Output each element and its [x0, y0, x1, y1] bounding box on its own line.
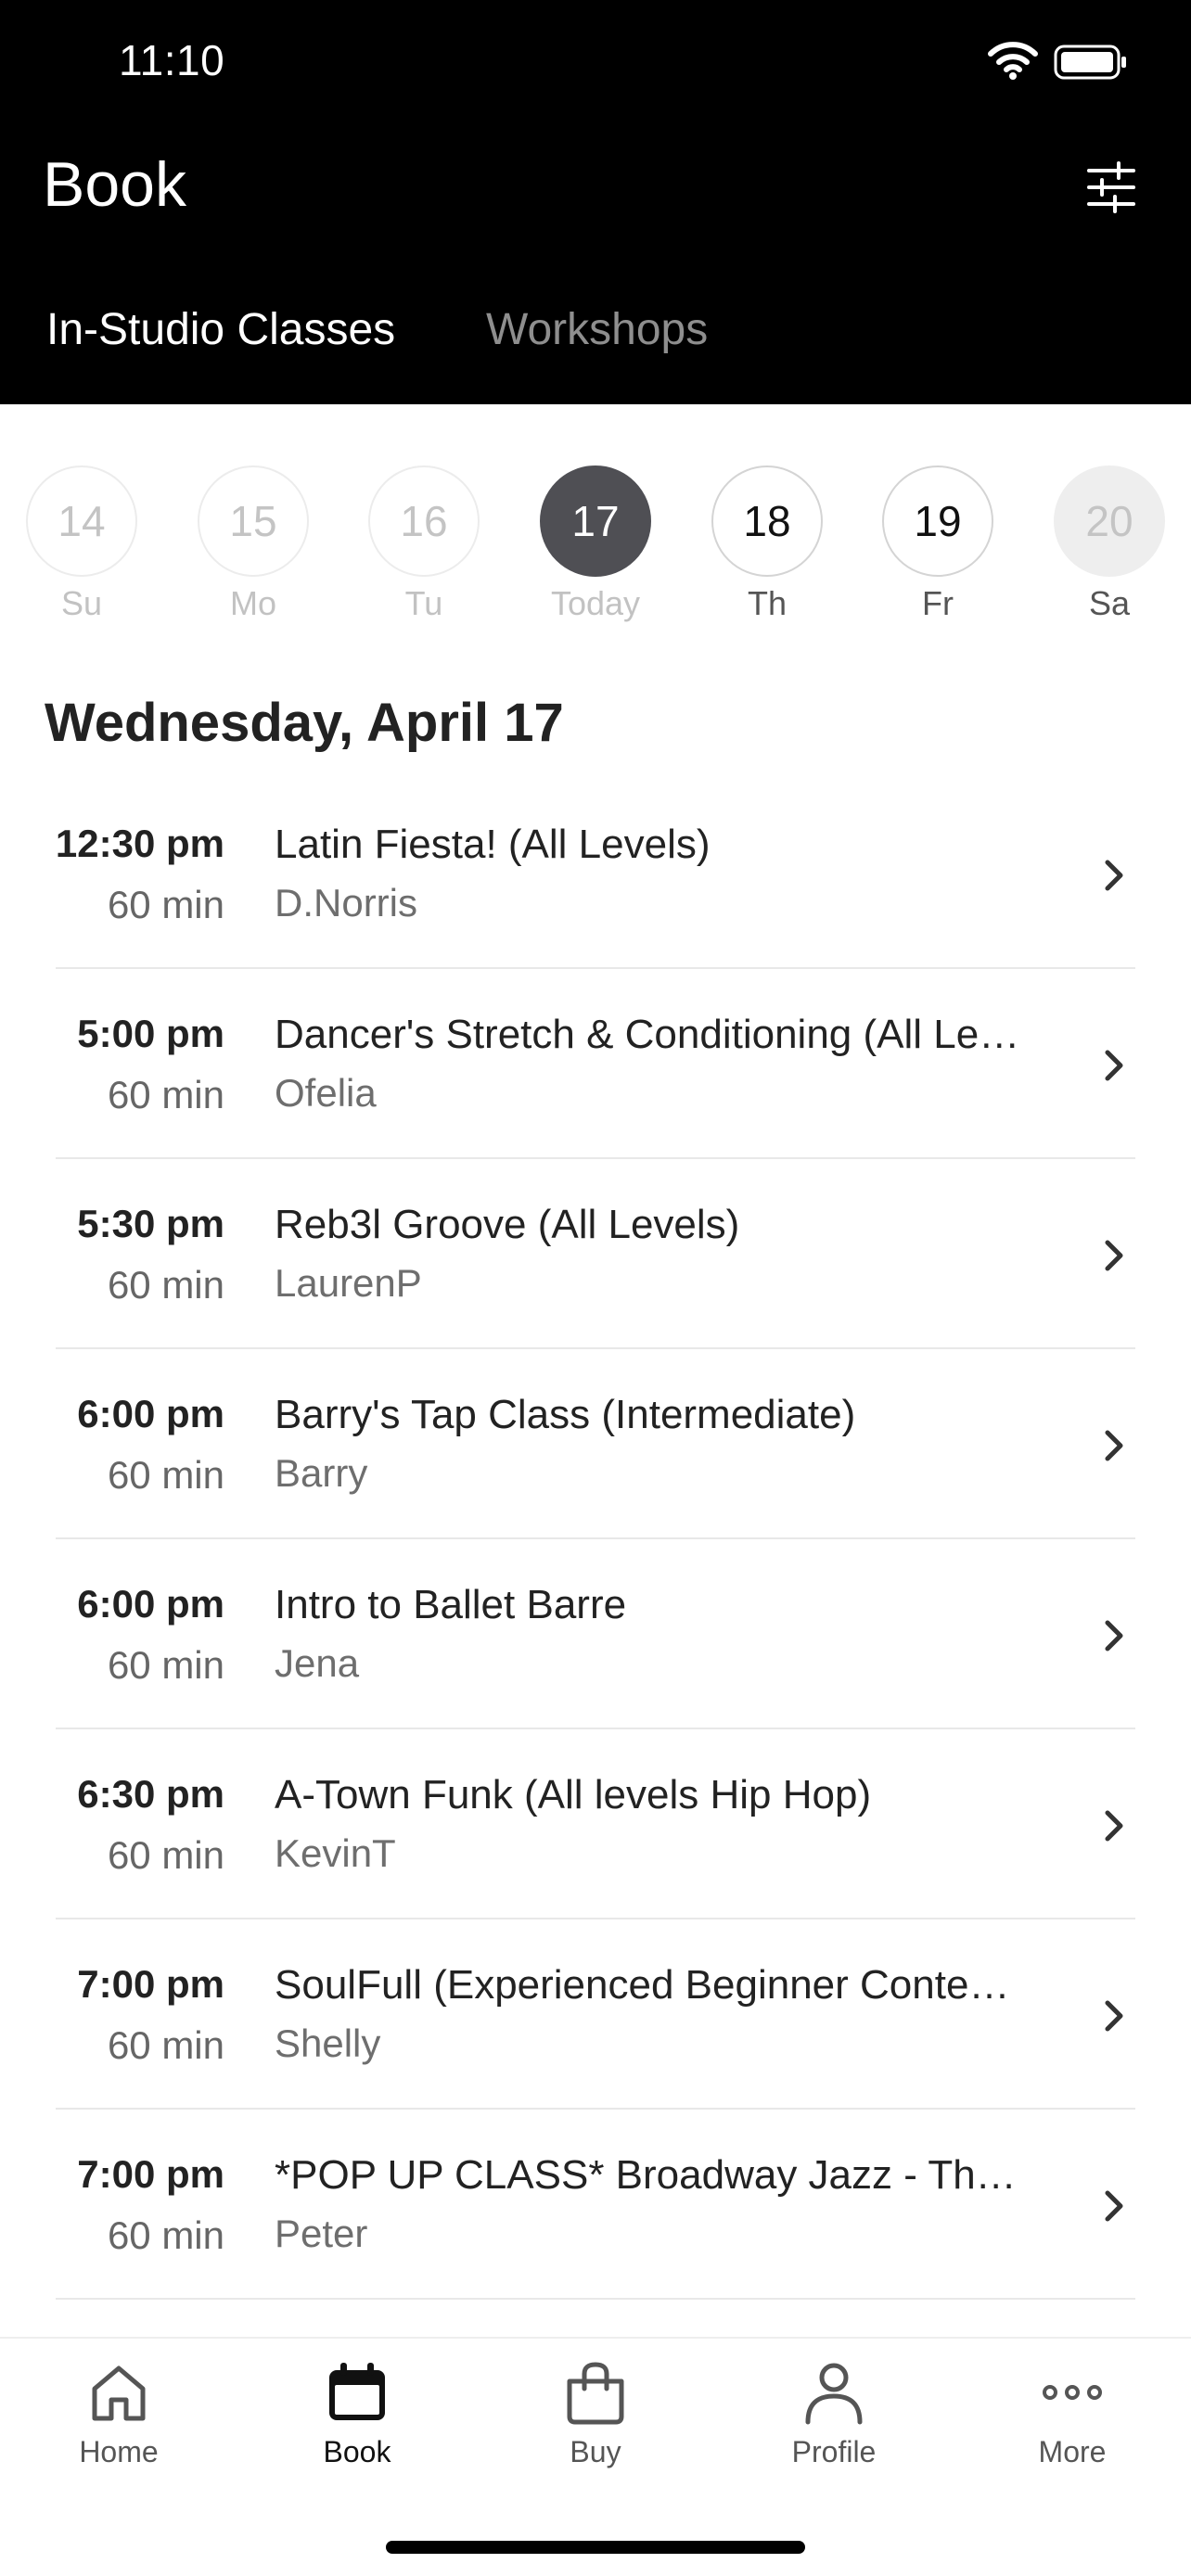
class-duration: 60 min — [107, 1453, 224, 1497]
chevron-right-icon — [1105, 1430, 1123, 1461]
class-name: Intro to Ballet Barre — [275, 1582, 627, 1627]
book-screen: 11:10 Book In-Studio Classes Workshops 1… — [0, 0, 1191, 2576]
date-weekday: Today — [550, 584, 641, 622]
chevron-right-icon — [1105, 860, 1123, 891]
date-number: 15 — [198, 465, 309, 577]
class-row[interactable]: 7:00 pm 60 min SoulFull (Experienced Beg… — [0, 1919, 1191, 2110]
class-instructor: Peter — [275, 2212, 368, 2255]
class-name: Reb3l Groove (All Levels) — [275, 1202, 740, 1247]
tabbar-label: Book — [323, 2435, 391, 2468]
class-name: A-Town Funk (All levels Hip Hop) — [275, 1772, 872, 1817]
class-name: Latin Fiesta! (All Levels) — [275, 822, 711, 867]
class-row[interactable]: 5:30 pm 60 min Reb3l Groove (All Levels)… — [0, 1159, 1191, 1349]
tabbar-item-home[interactable]: Home — [26, 2359, 211, 2469]
class-time: 5:00 pm — [77, 1012, 224, 1055]
class-time: 7:00 pm — [77, 2152, 224, 2196]
tabbar-item-buy[interactable]: Buy — [503, 2359, 688, 2469]
class-duration: 60 min — [107, 1073, 224, 1116]
status-time: 11:10 — [119, 36, 225, 84]
home-indicator — [386, 2541, 805, 2554]
class-duration: 60 min — [107, 883, 224, 926]
home-icon — [92, 2366, 146, 2421]
class-row[interactable]: 6:00 pm 60 min Barry's Tap Class (Interm… — [0, 1349, 1191, 1539]
date-weekday: Mo — [229, 584, 276, 622]
date-number: 14 — [26, 465, 137, 577]
date-item-19[interactable]: 19 Fr — [882, 465, 993, 623]
date-item-today[interactable]: 17 Today — [540, 465, 651, 623]
tabbar-item-profile[interactable]: Profile — [741, 2359, 927, 2469]
header: 11:10 Book In-Studio Classes Workshops — [0, 0, 1191, 404]
class-name: *POP UP CLASS* Broadway Jazz - Theatre — [275, 2152, 1035, 2198]
class-name: Barry's Tap Class (Intermediate) — [275, 1392, 856, 1437]
day-heading: Wednesday, April 17 — [45, 693, 564, 753]
class-row[interactable]: 5:00 pm 60 min Dancer's Stretch & Condit… — [0, 969, 1191, 1159]
tabbar-label: Home — [79, 2435, 159, 2468]
class-duration: 60 min — [107, 2213, 224, 2257]
page-title: Book — [43, 149, 186, 220]
chevron-right-icon — [1105, 1050, 1123, 1081]
class-duration: 60 min — [107, 2023, 224, 2067]
class-time: 6:00 pm — [77, 1392, 224, 1435]
date-weekday: Th — [747, 584, 787, 622]
calendar-icon — [329, 2363, 385, 2420]
date-weekday: Sa — [1088, 584, 1131, 622]
date-weekday: Fr — [922, 584, 954, 622]
class-duration: 60 min — [107, 1263, 224, 1307]
chevron-right-icon — [1105, 1240, 1123, 1271]
class-time: 6:30 pm — [77, 1772, 224, 1816]
class-instructor: Shelly — [275, 2021, 381, 2065]
tabbar-label: More — [1038, 2435, 1107, 2468]
class-instructor: D.Norris — [275, 881, 417, 925]
tabbar-label: Profile — [791, 2435, 877, 2468]
class-name: Dancer's Stretch & Conditioning (All Lev… — [275, 1012, 1035, 1057]
shopping-bag-icon — [567, 2362, 624, 2425]
date-number: 19 — [882, 465, 993, 577]
class-time: 5:30 pm — [77, 1202, 224, 1245]
tab-workshops[interactable]: Workshops — [486, 304, 708, 355]
class-instructor: KevinT — [275, 1831, 396, 1875]
date-item-16[interactable]: 16 Tu — [368, 465, 480, 623]
battery-icon — [1054, 45, 1126, 80]
date-number: 18 — [711, 465, 823, 577]
tab-in-studio-classes[interactable]: In-Studio Classes — [46, 304, 395, 355]
person-icon — [805, 2363, 863, 2425]
class-time: 12:30 pm — [55, 822, 224, 865]
class-instructor: Jena — [275, 1641, 360, 1685]
date-weekday: Su — [60, 584, 103, 622]
chevron-right-icon — [1105, 1620, 1123, 1651]
class-time: 7:00 pm — [77, 1962, 224, 2006]
class-duration: 60 min — [107, 1833, 224, 1877]
chevron-right-icon — [1105, 1810, 1123, 1842]
class-instructor: LaurenP — [275, 1261, 422, 1305]
date-item-18[interactable]: 18 Th — [711, 465, 823, 623]
ellipsis-icon — [1043, 2385, 1102, 2400]
class-time: 6:00 pm — [77, 1582, 224, 1626]
tabbar-label: Buy — [570, 2435, 621, 2468]
tabbar-item-more[interactable]: More — [980, 2359, 1165, 2469]
date-number: 16 — [368, 465, 480, 577]
class-instructor: Ofelia — [275, 1071, 377, 1115]
chevron-right-icon — [1105, 2000, 1123, 2032]
filter-icon[interactable] — [1085, 161, 1137, 213]
class-row[interactable]: 6:00 pm 60 min Intro to Ballet Barre Jen… — [0, 1539, 1191, 1729]
class-instructor: Barry — [275, 1451, 368, 1495]
divider — [56, 2298, 1135, 2300]
wifi-icon — [988, 42, 1038, 80]
date-item-20[interactable]: 20 Sa — [1054, 465, 1165, 623]
date-item-14[interactable]: 14 Su — [26, 465, 137, 623]
date-item-15[interactable]: 15 Mo — [198, 465, 309, 623]
class-duration: 60 min — [107, 1643, 224, 1687]
class-row[interactable]: 6:30 pm 60 min A-Town Funk (All levels H… — [0, 1729, 1191, 1919]
tabbar-item-book[interactable]: Book — [264, 2359, 450, 2469]
class-list: 12:30 pm 60 min Latin Fiesta! (All Level… — [0, 779, 1191, 2300]
date-weekday: Tu — [404, 584, 443, 622]
date-number: 20 — [1054, 465, 1165, 577]
class-row[interactable]: 7:00 pm 60 min *POP UP CLASS* Broadway J… — [0, 2110, 1191, 2300]
date-number: 17 — [540, 465, 651, 577]
class-name: SoulFull (Experienced Beginner Contempor… — [275, 1962, 1035, 2008]
chevron-right-icon — [1105, 2190, 1123, 2222]
class-row[interactable]: 12:30 pm 60 min Latin Fiesta! (All Level… — [0, 779, 1191, 969]
